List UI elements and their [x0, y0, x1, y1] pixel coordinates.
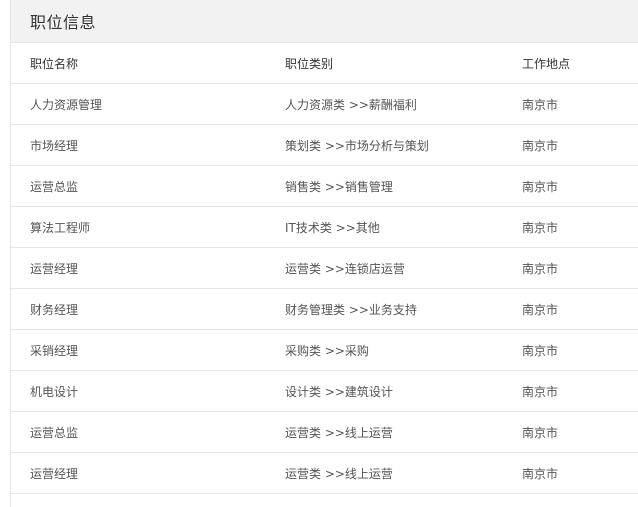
table-row[interactable]: 采销经理 采购类 >>采购 南京市	[11, 329, 638, 371]
job-title-cell[interactable]: 机电设计	[11, 370, 285, 412]
job-location-cell: 南京市	[522, 206, 638, 248]
table-row[interactable]: 运营经理 运营类 >>线上运营 南京市	[11, 452, 638, 494]
job-info-panel: 职位信息 职位名称 职位类别 工作地点 人力资源管理 人力资源类 >>薪酬福利 …	[10, 0, 638, 507]
column-header-title: 职位名称	[11, 43, 285, 84]
job-title-cell[interactable]: 算法工程师	[11, 206, 285, 248]
table-row[interactable]: 机电设计 设计类 >>建筑设计 南京市	[11, 370, 638, 412]
job-location-cell: 南京市	[522, 288, 638, 330]
column-header-category: 职位类别	[285, 43, 522, 84]
table-row[interactable]: 人力资源管理 人力资源类 >>薪酬福利 南京市	[11, 83, 638, 125]
job-title-cell[interactable]: 运营总监	[11, 411, 285, 453]
job-category-cell: 设计类 >>建筑设计	[285, 370, 522, 412]
table-header-row: 职位名称 职位类别 工作地点	[11, 43, 638, 84]
job-category-cell: 采购类 >>采购	[285, 329, 522, 371]
panel-header: 职位信息	[11, 0, 638, 43]
job-location-cell: 南京市	[522, 247, 638, 289]
job-title-cell[interactable]: 人力资源管理	[11, 83, 285, 125]
job-title-cell[interactable]: 财务经理	[11, 288, 285, 330]
job-title-cell[interactable]: 市场经理	[11, 124, 285, 166]
table-row[interactable]: 市场经理 策划类 >>市场分析与策划 南京市	[11, 124, 638, 166]
table-row[interactable]: 运营经理 运营类 >>连锁店运营 南京市	[11, 247, 638, 289]
job-location-cell: 南京市	[522, 452, 638, 494]
table-row[interactable]: 财务经理 财务管理类 >>业务支持 南京市	[11, 288, 638, 330]
table-row[interactable]: 算法工程师 IT技术类 >>其他 南京市	[11, 206, 638, 248]
job-location-cell: 南京市	[522, 411, 638, 453]
column-header-location: 工作地点	[522, 43, 638, 84]
job-title-cell[interactable]: 采销经理	[11, 329, 285, 371]
job-category-cell: 销售类 >>销售管理	[285, 165, 522, 207]
job-location-cell: 南京市	[522, 124, 638, 166]
job-category-cell: 运营类 >>连锁店运营	[285, 247, 522, 289]
job-location-cell: 南京市	[522, 329, 638, 371]
job-location-cell: 南京市	[522, 165, 638, 207]
job-table: 职位名称 职位类别 工作地点 人力资源管理 人力资源类 >>薪酬福利 南京市 市…	[11, 43, 638, 494]
job-category-cell: 人力资源类 >>薪酬福利	[285, 83, 522, 125]
job-category-cell: 运营类 >>线上运营	[285, 411, 522, 453]
job-location-cell: 南京市	[522, 370, 638, 412]
panel-title: 职位信息	[30, 13, 97, 32]
job-category-cell: 财务管理类 >>业务支持	[285, 288, 522, 330]
job-title-cell[interactable]: 运营总监	[11, 165, 285, 207]
job-category-cell: 运营类 >>线上运营	[285, 452, 522, 494]
job-title-cell[interactable]: 运营经理	[11, 247, 285, 289]
table-row[interactable]: 运营总监 运营类 >>线上运营 南京市	[11, 411, 638, 453]
job-location-cell: 南京市	[522, 83, 638, 125]
job-category-cell: 策划类 >>市场分析与策划	[285, 124, 522, 166]
table-row[interactable]: 运营总监 销售类 >>销售管理 南京市	[11, 165, 638, 207]
job-category-cell: IT技术类 >>其他	[285, 206, 522, 248]
job-title-cell[interactable]: 运营经理	[11, 452, 285, 494]
